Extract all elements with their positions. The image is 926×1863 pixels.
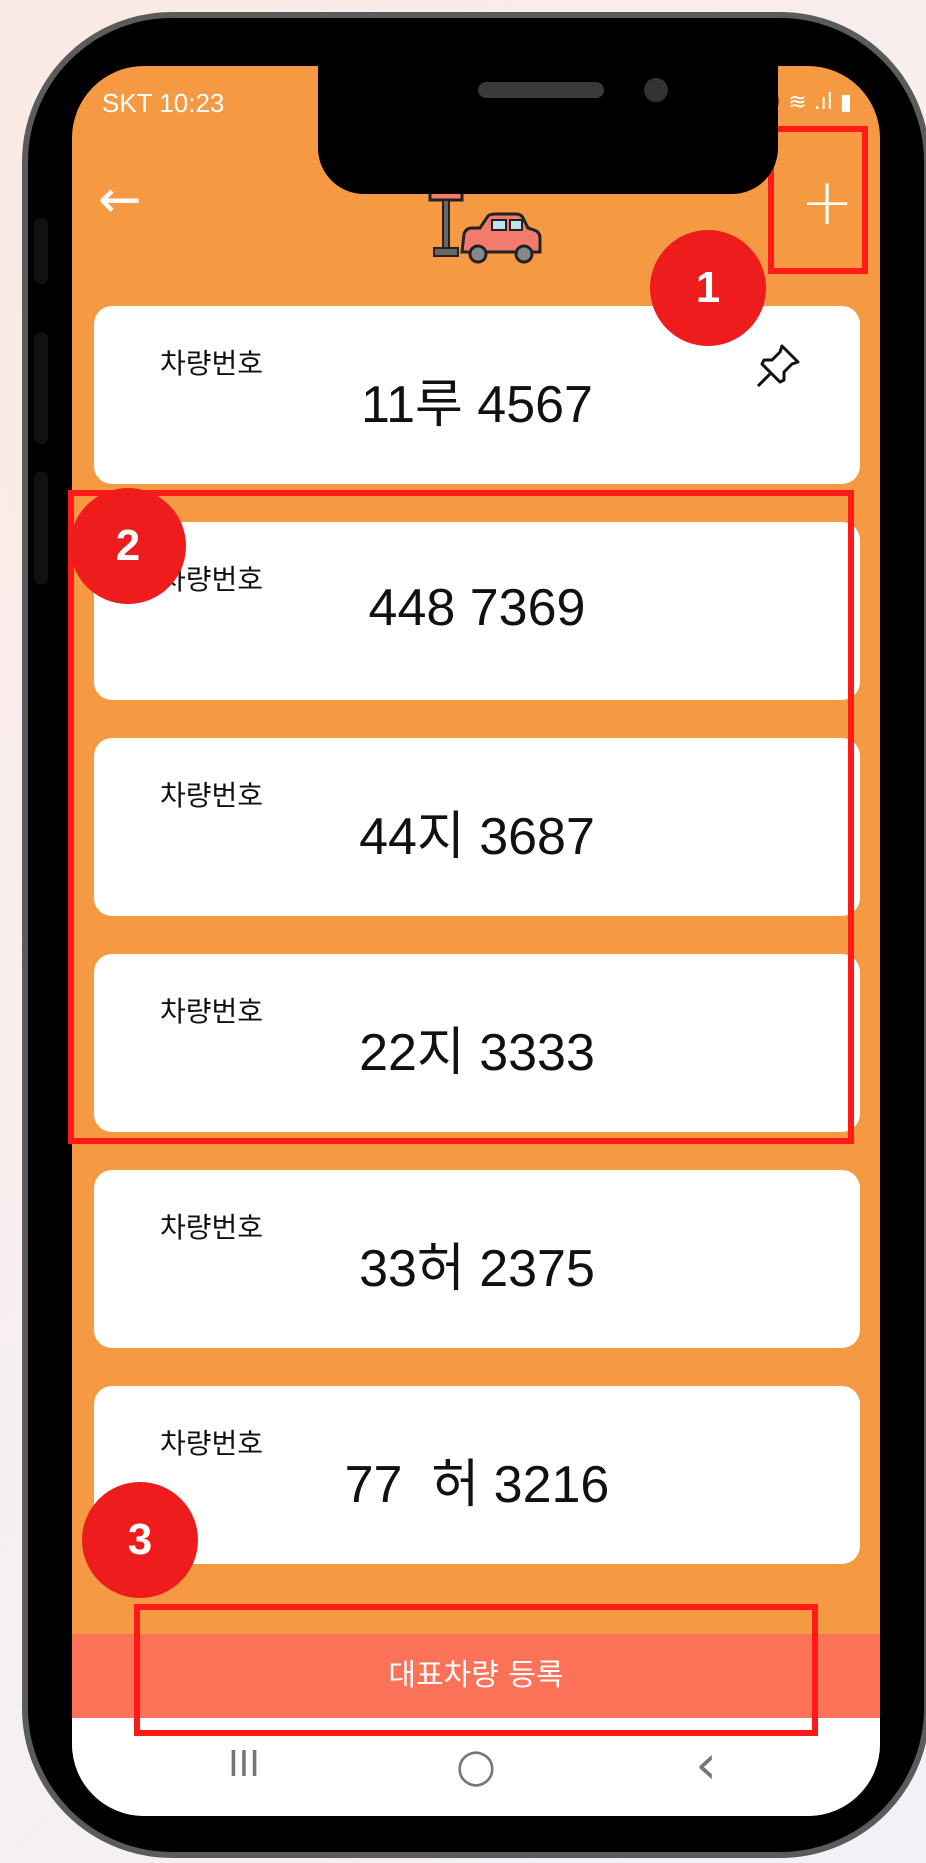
speaker (478, 82, 604, 98)
volume-down-button (34, 472, 48, 584)
notch (318, 66, 778, 194)
vehicle-number: 77 허 3216 (344, 1456, 610, 1514)
volume-up-button (34, 332, 48, 444)
pin-icon[interactable] (752, 340, 804, 392)
annotation-box-list (68, 490, 854, 1144)
home-icon[interactable]: ○ (446, 1740, 506, 1790)
side-button (34, 218, 48, 284)
status-carrier-time: SKT 10:23 (102, 88, 225, 118)
annotation-box-add (768, 126, 868, 274)
annotation-badge-3: 3 (82, 1482, 198, 1598)
vehicle-card-6[interactable]: 차량번호 77 허 3216 (94, 1386, 860, 1564)
vehicle-card-1[interactable]: 차량번호 11루 4567 (94, 306, 860, 484)
annotation-badge-2: 2 (70, 488, 186, 604)
recent-apps-icon[interactable]: III (214, 1740, 274, 1790)
annotation-badge-1: 1 (650, 230, 766, 346)
vehicle-card-5[interactable]: 차량번호 33허 2375 (94, 1170, 860, 1348)
nav-back-icon[interactable]: ‹ (676, 1738, 736, 1792)
front-camera (644, 78, 668, 102)
annotation-box-button (134, 1604, 818, 1736)
vehicle-number: 33허 2375 (359, 1240, 595, 1298)
back-arrow-icon[interactable]: ← (98, 170, 158, 230)
vehicle-number: 11루 4567 (361, 376, 593, 434)
